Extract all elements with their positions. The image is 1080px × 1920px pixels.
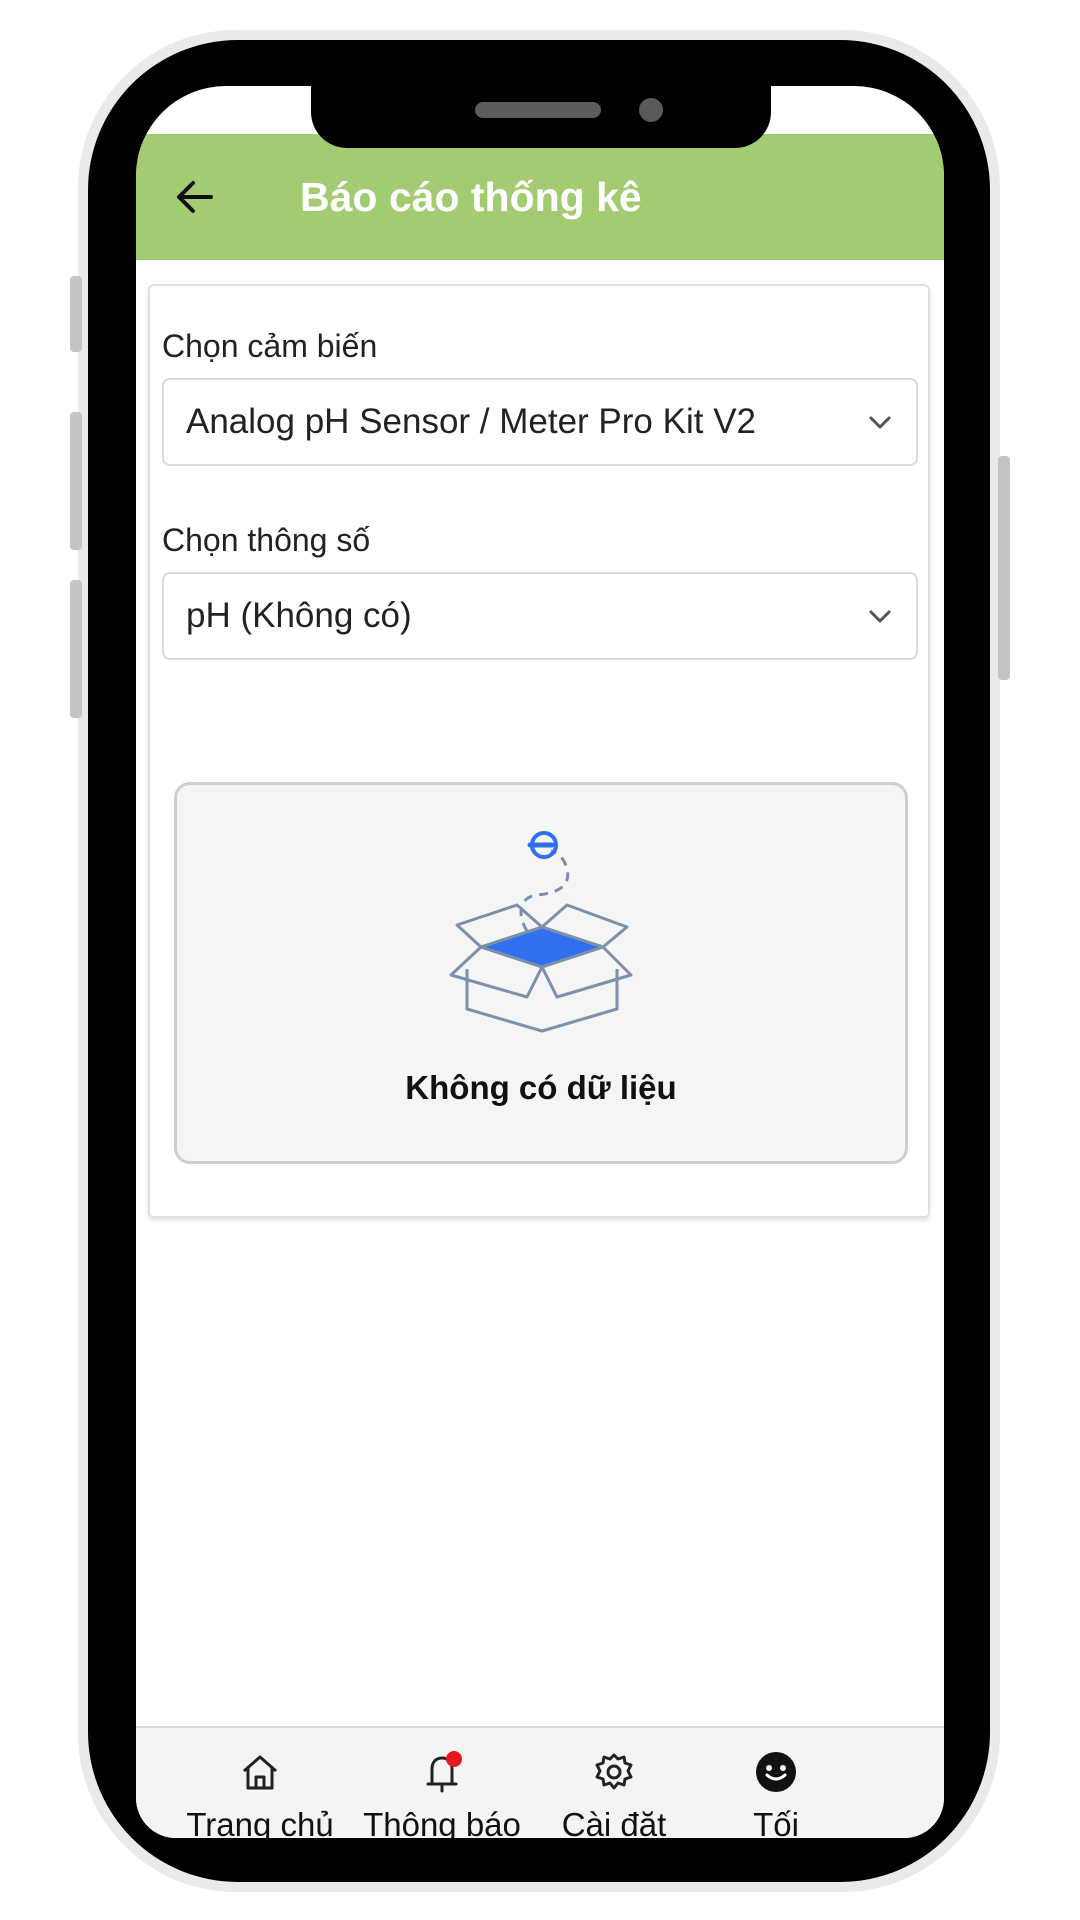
nav-item-settings[interactable]: Cài đặt	[534, 1728, 694, 1838]
chevron-down-icon	[869, 610, 891, 623]
nav-label-settings: Cài đặt	[561, 1806, 667, 1838]
param-select-value: pH (Không có)	[186, 596, 412, 635]
front-camera	[639, 98, 663, 122]
sensor-select-value: Analog pH Sensor / Meter Pro Kit V2	[186, 402, 756, 441]
phone-side-button	[70, 276, 82, 352]
phone-notch	[311, 86, 771, 148]
filter-card: Chọn cảm biến Analog pH Sensor / Meter P…	[148, 284, 930, 1218]
nav-label-home: Trang chủ	[186, 1806, 334, 1838]
empty-box-icon	[449, 831, 633, 1033]
param-select[interactable]: pH (Không có)	[162, 572, 918, 660]
bottom-nav: Trang chủ Thông báo Cài đặt Tối	[136, 1726, 944, 1838]
sensor-select-label: Chọn cảm biến	[162, 328, 378, 364]
nav-label-dark-mode: Tối	[753, 1806, 799, 1838]
page-title: Báo cáo thống kê	[300, 174, 642, 220]
empty-state-message: Không có dữ liệu	[405, 1069, 677, 1106]
nav-label-notifications: Thông báo	[363, 1806, 521, 1838]
empty-state: Không có dữ liệu	[174, 782, 908, 1164]
phone-power-button	[998, 456, 1010, 680]
dark-mode-icon	[756, 1752, 796, 1792]
app-bar: Báo cáo thống kê	[136, 134, 944, 260]
param-select-label: Chọn thông số	[162, 522, 371, 558]
speaker	[475, 102, 601, 118]
nav-item-dark-mode[interactable]: Tối	[716, 1728, 836, 1838]
phone-volume-up	[70, 412, 82, 550]
nav-item-home[interactable]: Trang chủ	[176, 1728, 344, 1838]
arrow-left-icon	[177, 181, 213, 213]
chevron-down-icon	[869, 416, 891, 429]
phone-screen: Báo cáo thống kê Chọn cảm biến Analog pH…	[136, 86, 944, 1838]
nav-item-notifications[interactable]: Thông báo	[346, 1728, 538, 1838]
back-button[interactable]	[172, 174, 218, 220]
bell-icon	[426, 1751, 462, 1793]
home-icon	[243, 1755, 277, 1790]
gear-icon	[595, 1753, 633, 1790]
phone-volume-down	[70, 580, 82, 718]
sensor-select[interactable]: Analog pH Sensor / Meter Pro Kit V2	[162, 378, 918, 466]
